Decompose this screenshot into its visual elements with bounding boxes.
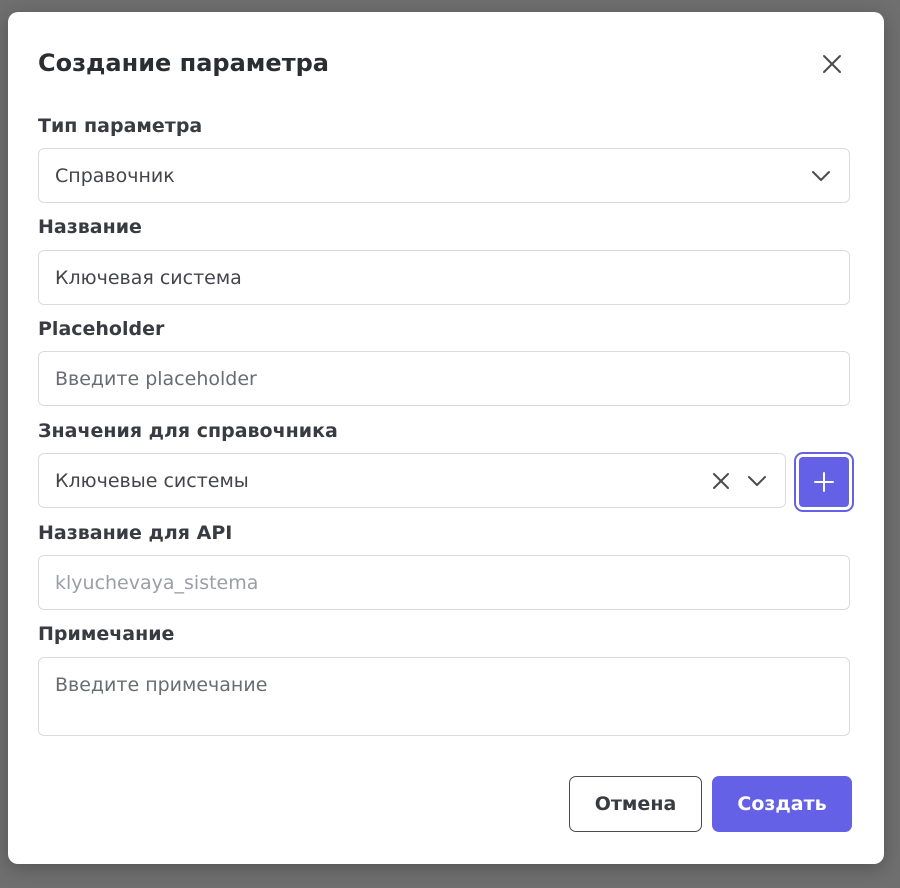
placeholder-input-placeholder: Введите placeholder xyxy=(55,367,257,390)
create-button[interactable]: Создать xyxy=(712,776,852,832)
clear-icon[interactable] xyxy=(707,467,735,495)
note-textarea[interactable]: Введите примечание xyxy=(38,657,850,736)
dictionary-values-label: Значения для справочника xyxy=(38,420,338,442)
param-type-select[interactable]: Справочник xyxy=(38,148,850,203)
dialog-title: Создание параметра xyxy=(38,49,329,77)
placeholder-input[interactable]: Введите placeholder xyxy=(38,351,850,406)
api-name-input[interactable]: klyuchevaya_sistema xyxy=(38,555,850,610)
plus-icon xyxy=(814,472,834,492)
add-dictionary-button[interactable] xyxy=(796,454,852,510)
api-name-label: Название для API xyxy=(38,522,233,544)
param-type-value: Справочник xyxy=(55,164,175,187)
cancel-button[interactable]: Отмена xyxy=(569,776,702,832)
dictionary-values-select[interactable]: Ключевые системы xyxy=(38,453,786,508)
create-parameter-dialog: Создание параметра Тип параметра Справоч… xyxy=(8,12,884,864)
note-label: Примечание xyxy=(38,623,175,645)
param-type-label: Тип параметра xyxy=(38,115,203,137)
name-input[interactable]: Ключевая система xyxy=(38,250,850,305)
name-value: Ключевая система xyxy=(55,266,242,289)
dictionary-values-value: Ключевые системы xyxy=(55,469,249,492)
close-icon xyxy=(823,55,841,73)
name-label: Название xyxy=(38,216,142,238)
chevron-down-icon[interactable] xyxy=(807,162,835,190)
chevron-down-icon[interactable] xyxy=(743,467,771,495)
close-button[interactable] xyxy=(816,48,848,80)
placeholder-label: Placeholder xyxy=(38,318,165,340)
api-name-value: klyuchevaya_sistema xyxy=(55,571,259,594)
note-textarea-placeholder: Введите примечание xyxy=(55,674,268,696)
